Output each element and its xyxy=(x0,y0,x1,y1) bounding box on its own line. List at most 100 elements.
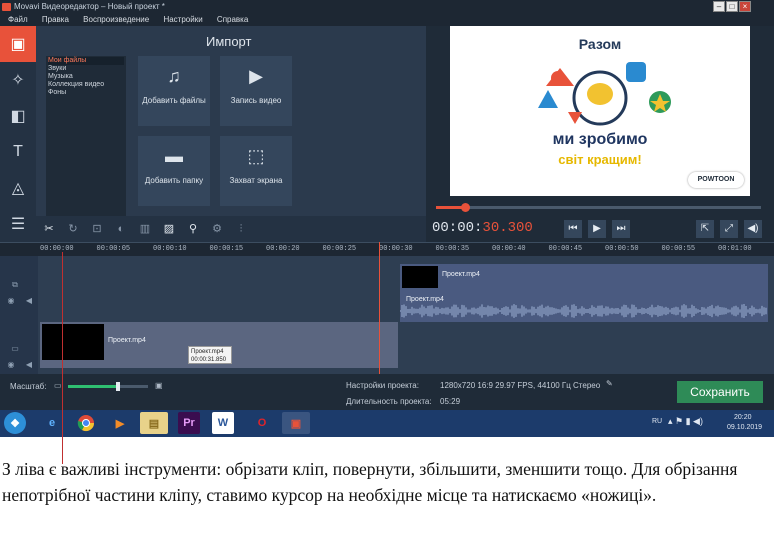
taskbar-word[interactable]: W xyxy=(212,412,234,434)
ruler-tick: 00:00:20 xyxy=(266,245,300,253)
clock-time: 20:20 xyxy=(734,414,752,421)
skip-back-icon: ⏮ xyxy=(568,223,578,234)
maximize-button[interactable]: □ xyxy=(726,1,738,12)
taskbar-player[interactable]: ▶ xyxy=(106,412,134,434)
fullscreen-button[interactable]: ⤢ xyxy=(720,220,738,238)
crop-button[interactable]: ⊡ xyxy=(88,220,106,238)
save-button[interactable]: Сохранить xyxy=(677,381,763,403)
track-headers: ⧉ ◉ ◀ ▭ ◉ ◀ xyxy=(0,256,38,374)
more-tab[interactable]: ☰ xyxy=(0,206,36,242)
clip-settings-button[interactable]: ⚙ xyxy=(208,220,226,238)
filters-tab[interactable]: ✧ xyxy=(0,62,36,98)
titles-tab[interactable]: T xyxy=(0,134,36,170)
image-button[interactable]: ▨ xyxy=(160,220,178,238)
taskbar-premiere[interactable]: Pr xyxy=(178,412,200,434)
volume-button[interactable]: ◀) xyxy=(744,220,762,238)
ruler-tick: 00:00:55 xyxy=(661,245,696,253)
speaker-icon[interactable]: ◀ xyxy=(22,360,36,370)
edit-toolbar: ✂ ↻ ⊡ ◐ ▥ ▨ ⚲ ⚙ ⫶ xyxy=(36,216,426,242)
delete-button[interactable]: ▥ xyxy=(136,220,154,238)
menu-playback[interactable]: Воспроизведение xyxy=(83,15,149,24)
trash-icon: ▥ xyxy=(139,223,151,235)
list-item-video-collection[interactable]: Коллекция видео xyxy=(48,81,124,89)
play-button[interactable]: ▶ xyxy=(588,220,606,238)
scissors-button[interactable]: ✂ xyxy=(40,220,58,238)
duration-value: 05:29 xyxy=(440,397,461,406)
menu-help[interactable]: Справка xyxy=(217,15,248,24)
tray-icons[interactable]: ▴ ⚑ ▮ ◀) xyxy=(668,416,703,427)
speaker-icon[interactable]: ◀ xyxy=(22,296,36,306)
zoom-fill xyxy=(68,385,118,388)
rotate-button[interactable]: ↻ xyxy=(64,220,82,238)
export-frame-button[interactable]: ⇱ xyxy=(696,220,714,238)
zoom-out-icon[interactable]: ▭ xyxy=(54,381,62,390)
stickers-tab[interactable]: ◬ xyxy=(0,170,36,206)
zoom-in-icon[interactable]: ▣ xyxy=(155,381,163,390)
crop-icon: ⊡ xyxy=(92,223,102,235)
equalizer-button[interactable]: ⫶ xyxy=(232,220,250,238)
import-tab[interactable]: ▣ xyxy=(0,26,36,62)
list-item-my-files[interactable]: Мои файлы xyxy=(48,57,124,65)
language-indicator[interactable]: RU xyxy=(652,418,662,425)
microphone-icon: ⚲ xyxy=(188,223,198,235)
eye-icon[interactable]: ◉ xyxy=(4,360,18,370)
movavi-icon: ▣ xyxy=(290,417,302,430)
ruler-tick: 00:00:05 xyxy=(96,245,131,253)
list-item-sounds[interactable]: Звуки xyxy=(48,65,124,73)
timecode-main: 00:00: xyxy=(432,220,483,236)
add-files-button[interactable]: ♫ Добавить файлы xyxy=(138,56,210,126)
text-icon: T xyxy=(13,143,23,160)
start-button[interactable]: ❖ xyxy=(4,412,26,434)
ruler-tick: 00:00:40 xyxy=(492,245,526,253)
video-frame: Разом ми зробимо світ кращим! POWTOON xyxy=(450,26,750,196)
zoom-slider[interactable] xyxy=(68,382,148,391)
zoom-handle[interactable] xyxy=(116,382,120,391)
taskbar-explorer[interactable]: ▤ xyxy=(140,412,168,434)
next-button[interactable]: ⏭ xyxy=(612,220,630,238)
menu-file[interactable]: Файл xyxy=(8,15,28,24)
video-text-middle: ми зробимо xyxy=(552,131,648,148)
title-bar: Movavi Видеоредактор – Новый проект * – … xyxy=(0,0,774,14)
record-audio-button[interactable]: ⚲ xyxy=(184,220,202,238)
annotation-line xyxy=(62,252,63,464)
playhead[interactable] xyxy=(379,242,380,374)
clip-name: Проект.mp4 xyxy=(442,271,480,278)
list-item-backgrounds[interactable]: Фоны xyxy=(48,89,124,97)
menu-edit[interactable]: Правка xyxy=(42,15,69,24)
scissors-icon: ✂ xyxy=(44,223,54,235)
timeline-ruler[interactable]: 00:00:00 00:00:05 00:00:10 00:00:15 00:00:20… xyxy=(0,242,774,256)
clip-thumbnail xyxy=(42,324,104,360)
overlay-track-icon: ⧉ xyxy=(12,280,18,289)
minimize-button[interactable]: – xyxy=(713,1,725,12)
timecode: 00:00:30.300 xyxy=(432,220,533,236)
video-graphic xyxy=(538,62,671,126)
screen-capture-button[interactable]: ⬚ Захват экрана xyxy=(220,136,292,206)
overlay-clip[interactable]: Проект.mp4 Проект.mp4 xyxy=(400,264,768,322)
caption-text: З ліва є важливі інструменти: обрізати к… xyxy=(2,459,738,505)
pencil-icon[interactable]: ✎ xyxy=(606,379,613,388)
ruler-tick: 00:00:35 xyxy=(435,245,470,253)
add-folder-button[interactable]: ▬ Добавить папку xyxy=(138,136,210,206)
color-adjust-button[interactable]: ◐ xyxy=(112,220,130,238)
eye-icon[interactable]: ◉ xyxy=(4,296,18,306)
clock-date: 09.10.2019 xyxy=(727,424,763,431)
record-video-button[interactable]: ▶ Запись видео xyxy=(220,56,292,126)
transitions-tab[interactable]: ◧ xyxy=(0,98,36,134)
screen-capture-icon: ⬚ xyxy=(247,146,265,166)
list-item-music[interactable]: Музыка xyxy=(48,73,124,81)
close-button[interactable]: × xyxy=(739,1,751,12)
seek-handle[interactable] xyxy=(461,203,471,212)
clip-thumbnail xyxy=(402,266,438,288)
seek-bar[interactable] xyxy=(436,203,761,212)
word-icon: W xyxy=(217,417,229,429)
taskbar-movavi[interactable]: ▣ xyxy=(282,412,310,434)
ruler-tick: 00:00:50 xyxy=(605,245,639,253)
windows-icon: ❖ xyxy=(10,417,20,430)
magic-wand-icon: ✧ xyxy=(11,72,25,89)
menu-settings[interactable]: Настройки xyxy=(163,15,202,24)
previous-button[interactable]: ⏮ xyxy=(564,220,582,238)
folder-icon: ▤ xyxy=(148,417,160,430)
import-title: Импорт xyxy=(206,34,252,49)
taskbar-chrome[interactable] xyxy=(72,412,100,434)
taskbar-opera[interactable]: O xyxy=(248,412,276,434)
